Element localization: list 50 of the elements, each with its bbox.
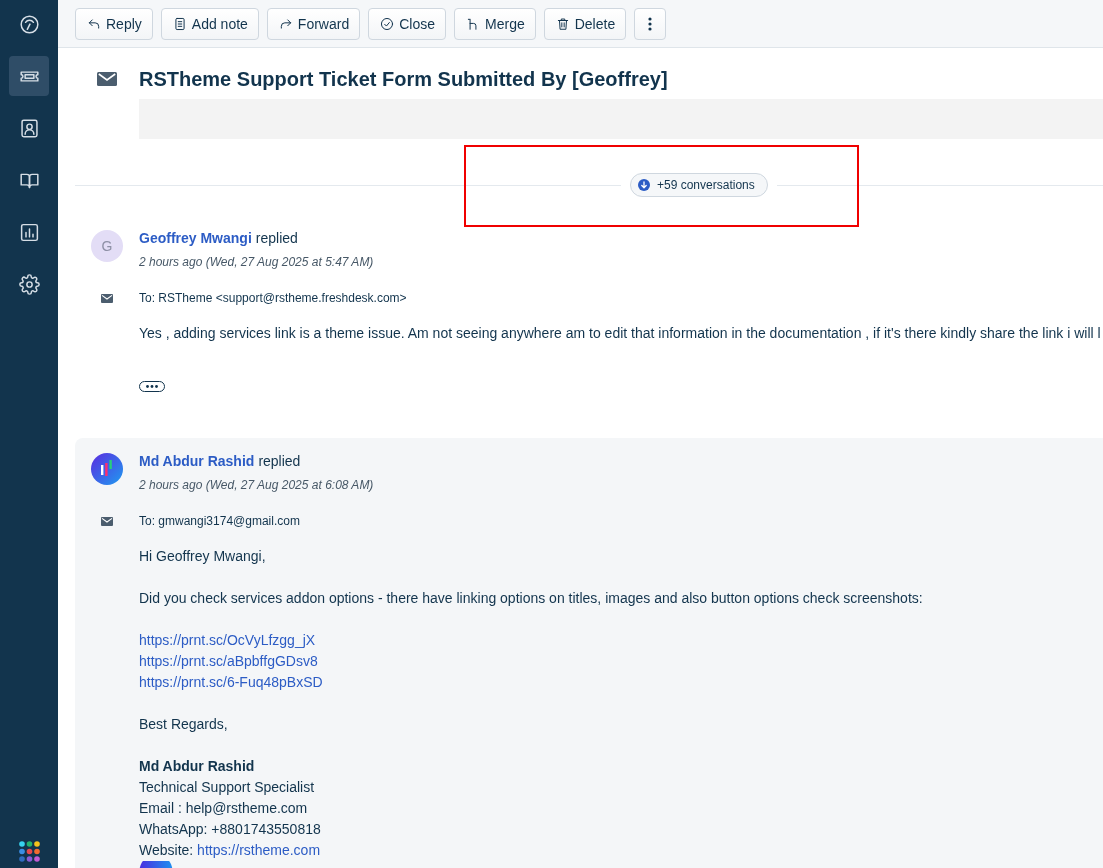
url-link[interactable]: https://rstheme.com bbox=[197, 842, 321, 858]
url-link[interactable]: https://prnt.sc/6-Fuq48pBxSD bbox=[139, 674, 323, 690]
ellipsis-icon bbox=[146, 385, 158, 388]
more-vertical-icon bbox=[648, 16, 653, 31]
action-label: replied bbox=[255, 230, 298, 246]
forward-button[interactable]: Forward bbox=[266, 7, 361, 40]
message-text: Did you check services addon options - there have linking options on titles, images and also button options check screenshots: bbox=[139, 590, 923, 606]
ticket-title: RSTheme Support Ticket Form Submitted By [Geoffrey] bbox=[139, 67, 668, 91]
signature-name: Md Abdur Rashid bbox=[139, 758, 255, 774]
action-label: replied bbox=[258, 453, 301, 469]
add-note-button[interactable]: Add note bbox=[160, 7, 259, 40]
merge-button[interactable]: Merge bbox=[454, 7, 536, 40]
envelope-icon bbox=[97, 72, 117, 86]
arrow-down-circle-icon bbox=[638, 179, 650, 191]
reply-icon bbox=[87, 16, 101, 31]
gauge-icon bbox=[18, 13, 40, 35]
timestamp: 2 hours ago (Wed, 27 Aug 2025 at 6:08 AM) bbox=[139, 477, 374, 494]
apps-grid-icon[interactable] bbox=[18, 841, 40, 862]
timestamp: 2 hours ago (Wed, 27 Aug 2025 at 5:47 AM) bbox=[139, 254, 374, 271]
message-text: Yes , adding services link is a theme issue. Am not seeing anywhere am to edit that information in the documentation , if it's there kindly share the link i will l bbox=[139, 325, 1101, 341]
delete-button[interactable]: Delete bbox=[543, 7, 627, 40]
message-text: Website: https://rstheme.com bbox=[139, 842, 321, 858]
recipient-line: To: RSTheme <support@rstheme.freshdesk.com> bbox=[139, 291, 407, 305]
reply-button[interactable]: Reply bbox=[75, 7, 153, 40]
message-text: Best Regards, bbox=[139, 716, 228, 732]
merge-icon bbox=[466, 16, 480, 31]
message-text: Email : help@rstheme.com bbox=[139, 800, 308, 816]
conversations-toggle[interactable]: +59 conversations bbox=[630, 173, 768, 197]
bar-chart-icon bbox=[18, 221, 40, 243]
url-link[interactable]: https://prnt.sc/OcVyLfzgg_jX bbox=[139, 632, 316, 648]
message-text: Technical Support Specialist bbox=[139, 779, 315, 795]
check-circle-icon bbox=[380, 16, 395, 31]
trash-icon bbox=[555, 16, 570, 31]
close-button[interactable]: Close bbox=[368, 7, 446, 40]
forward-icon bbox=[278, 16, 293, 31]
avatar: G bbox=[91, 230, 123, 262]
message-text: WhatsApp: +8801743550818 bbox=[139, 821, 321, 837]
show-quoted-text-button[interactable] bbox=[139, 381, 165, 392]
recipient-line: To: gmwangi3174@gmail.com bbox=[139, 514, 300, 528]
sidebar-button[interactable] bbox=[9, 56, 49, 96]
note-icon bbox=[172, 16, 187, 31]
message-text: Hi Geoffrey Mwangi, bbox=[139, 548, 266, 564]
settings-icon bbox=[18, 273, 40, 295]
author-link[interactable]: Geoffrey Mwangi bbox=[139, 230, 252, 246]
author-link[interactable]: Md Abdur Rashid bbox=[139, 453, 255, 469]
url-link[interactable]: https://prnt.sc/aBpbffgGDsv8 bbox=[139, 653, 318, 669]
contact-card-icon bbox=[18, 117, 40, 139]
envelope-icon bbox=[101, 516, 113, 526]
avatar-logo-icon bbox=[91, 453, 123, 485]
envelope-icon bbox=[101, 293, 113, 303]
